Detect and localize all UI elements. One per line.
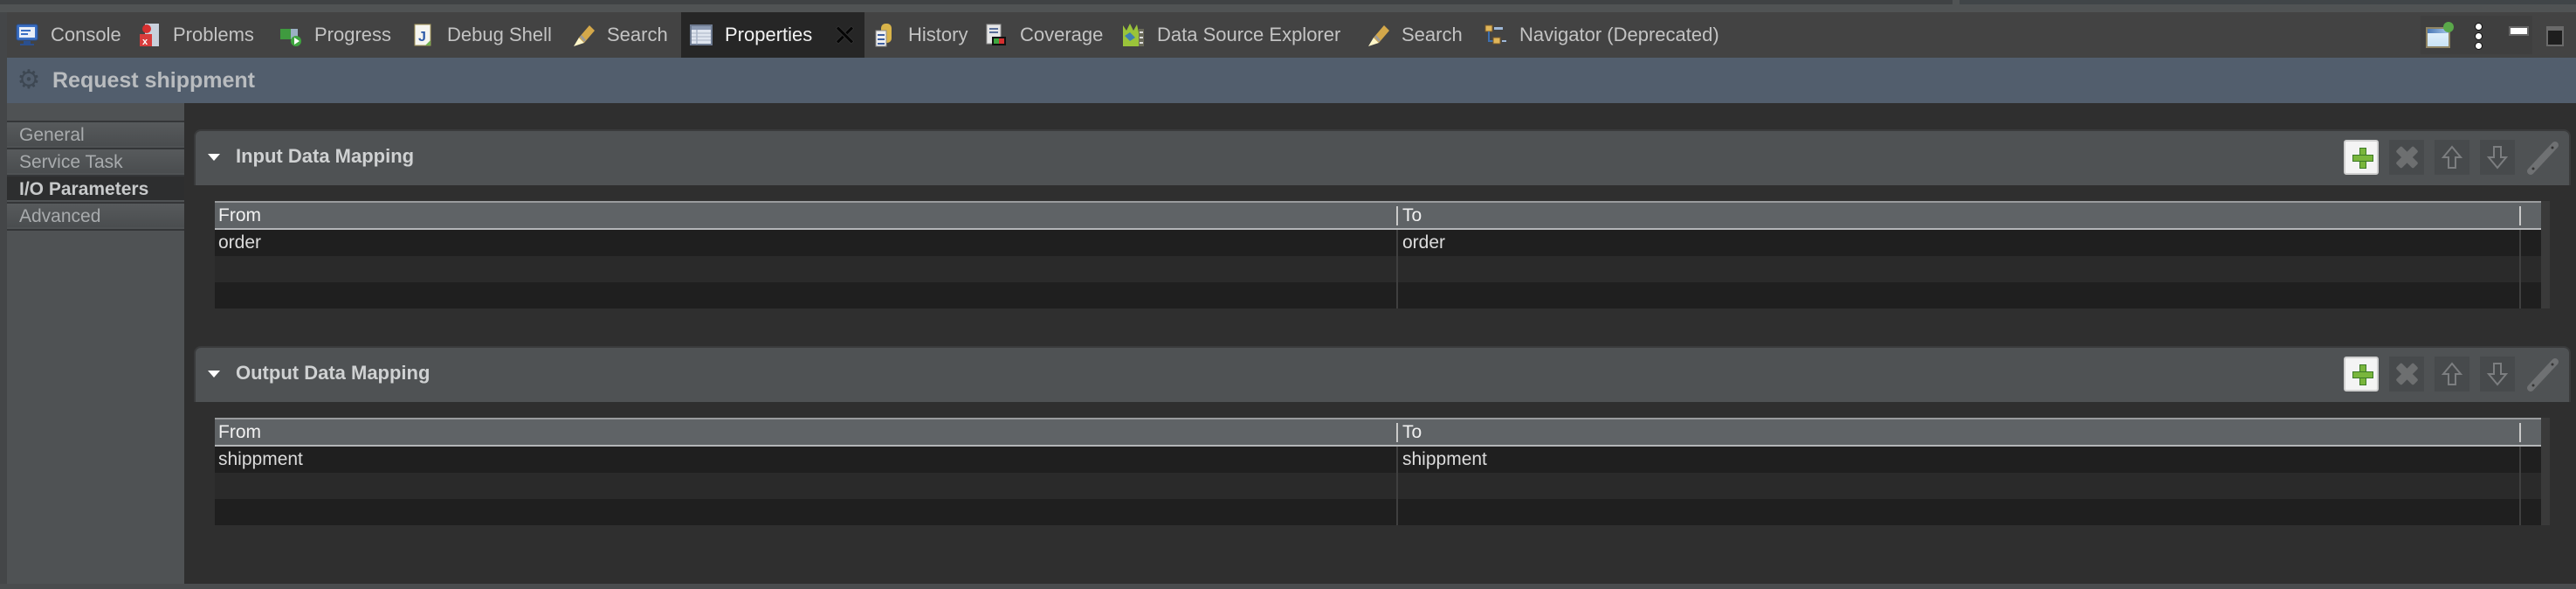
column-resize-handle[interactable] bbox=[1396, 206, 1398, 225]
collapse-triangle-icon[interactable] bbox=[208, 154, 220, 161]
history-icon bbox=[873, 22, 896, 48]
add-button[interactable] bbox=[2344, 357, 2379, 392]
tab-label: Progress bbox=[314, 24, 392, 45]
section-toolbar bbox=[2333, 357, 2560, 392]
table-row-empty[interactable] bbox=[215, 499, 2541, 525]
properties-icon bbox=[690, 22, 713, 48]
tab-label: Console bbox=[51, 24, 121, 45]
column-resize-handle[interactable] bbox=[1396, 423, 1398, 442]
move-down-button[interactable] bbox=[2480, 140, 2515, 175]
tab-debug-shell[interactable]: J Debug Shell bbox=[412, 12, 552, 58]
cell-from: shippment bbox=[218, 449, 303, 469]
table-row-empty[interactable] bbox=[215, 256, 2541, 282]
search-icon bbox=[572, 22, 595, 48]
view-toolbar bbox=[2417, 12, 2576, 58]
progress-icon bbox=[279, 22, 302, 48]
column-header-to[interactable]: To bbox=[1399, 419, 1422, 445]
debug-shell-icon: J bbox=[412, 22, 435, 48]
tab-label: History bbox=[908, 24, 968, 45]
column-header-from[interactable]: From bbox=[215, 419, 261, 445]
tab-label: Coverage bbox=[1020, 24, 1104, 45]
collapse-triangle-icon[interactable] bbox=[208, 371, 220, 378]
problems-icon: x bbox=[138, 22, 161, 48]
column-resize-handle[interactable] bbox=[2519, 206, 2521, 225]
coverage-icon bbox=[985, 22, 1008, 48]
console-icon bbox=[16, 22, 38, 48]
section-header[interactable]: Input Data Mapping bbox=[194, 129, 2571, 185]
tab-label: Search bbox=[1402, 24, 1463, 45]
tab-label: Search bbox=[607, 24, 668, 45]
maximize-icon[interactable] bbox=[2546, 26, 2564, 46]
properties-sidebar: General Service Task I/O Parameters Adva… bbox=[7, 103, 184, 584]
top-panel-border bbox=[1960, 0, 2576, 4]
sidebar-item-label: General bbox=[19, 125, 85, 145]
data-source-explorer-icon bbox=[1122, 22, 1145, 48]
tab-data-source-explorer[interactable]: Data Source Explorer bbox=[1122, 12, 1340, 58]
navigator-icon bbox=[1484, 22, 1507, 48]
table-header: From To bbox=[215, 201, 2541, 230]
svg-text:J: J bbox=[418, 30, 426, 45]
table-row[interactable]: order order bbox=[215, 230, 2541, 256]
sidebar-item-label: Advanced bbox=[19, 206, 101, 226]
table-row-empty[interactable] bbox=[215, 473, 2541, 499]
sidebar-item-advanced[interactable]: Advanced bbox=[7, 202, 184, 227]
tab-problems[interactable]: x Problems bbox=[138, 12, 254, 58]
top-panel-border bbox=[0, 0, 1953, 4]
sidebar-item-service-task[interactable]: Service Task bbox=[7, 148, 184, 173]
cell-from: order bbox=[218, 232, 262, 253]
page-title: Request shippment bbox=[52, 67, 255, 93]
tab-properties[interactable]: Properties bbox=[681, 12, 865, 58]
delete-button[interactable] bbox=[2389, 357, 2424, 392]
tab-search-2[interactable]: Search bbox=[1367, 12, 1463, 58]
table-header: From To bbox=[215, 418, 2541, 447]
sidebar-item-io-parameters[interactable]: I/O Parameters bbox=[7, 175, 184, 200]
tab-search[interactable]: Search bbox=[572, 12, 668, 58]
move-up-button[interactable] bbox=[2435, 357, 2469, 392]
sidebar-item-general[interactable]: General bbox=[7, 121, 184, 146]
properties-header: ⚙ Request shippment bbox=[7, 58, 2576, 103]
mapping-table: From To shippment shippment bbox=[215, 418, 2550, 525]
section-title: Input Data Mapping bbox=[236, 145, 415, 167]
move-down-button[interactable] bbox=[2480, 357, 2515, 392]
edit-button[interactable] bbox=[2525, 140, 2560, 175]
tab-progress[interactable]: Progress bbox=[279, 12, 391, 58]
close-tab-icon[interactable] bbox=[835, 25, 854, 45]
pin-view-icon[interactable] bbox=[2426, 19, 2456, 48]
sidebar-item-label: Service Task bbox=[19, 152, 123, 172]
minimize-icon[interactable] bbox=[2509, 26, 2529, 36]
tab-history[interactable]: History bbox=[873, 12, 968, 58]
tab-navigator[interactable]: Navigator (Deprecated) bbox=[1484, 12, 1719, 58]
tab-console[interactable]: Console bbox=[16, 12, 121, 58]
section-toolbar bbox=[2333, 140, 2560, 175]
table-row-empty[interactable] bbox=[215, 282, 2541, 308]
tab-label: Data Source Explorer bbox=[1157, 24, 1341, 45]
section-title: Output Data Mapping bbox=[236, 362, 430, 384]
gear-icon: ⚙ bbox=[17, 66, 41, 94]
column-header-from[interactable]: From bbox=[215, 203, 261, 228]
view-tab-bar: Console x Problems Progress J Debug Shel… bbox=[7, 12, 2576, 58]
sidebar-item-label: I/O Parameters bbox=[19, 179, 149, 199]
tab-label: Debug Shell bbox=[447, 24, 552, 45]
tab-label: Navigator (Deprecated) bbox=[1519, 24, 1719, 45]
column-resize-handle[interactable] bbox=[2519, 423, 2521, 442]
edit-button[interactable] bbox=[2525, 357, 2560, 392]
table-row[interactable]: shippment shippment bbox=[215, 447, 2541, 473]
section-header[interactable]: Output Data Mapping bbox=[194, 346, 2571, 402]
tab-coverage[interactable]: Coverage bbox=[985, 12, 1103, 58]
tab-label: Problems bbox=[173, 24, 254, 45]
bottom-border bbox=[0, 584, 2576, 589]
svg-text:x: x bbox=[142, 37, 148, 47]
column-header-to[interactable]: To bbox=[1399, 203, 1422, 228]
add-button[interactable] bbox=[2344, 140, 2379, 175]
cell-to: shippment bbox=[1402, 449, 1487, 469]
search-icon bbox=[1367, 22, 1389, 48]
mapping-table: From To order order bbox=[215, 201, 2550, 308]
delete-button[interactable] bbox=[2389, 140, 2424, 175]
left-edge bbox=[0, 12, 7, 589]
cell-to: order bbox=[1402, 232, 1446, 253]
tab-label: Properties bbox=[725, 24, 813, 45]
move-up-button[interactable] bbox=[2435, 140, 2469, 175]
view-menu-icon[interactable] bbox=[2475, 23, 2483, 52]
window-top-strip bbox=[0, 0, 2576, 12]
